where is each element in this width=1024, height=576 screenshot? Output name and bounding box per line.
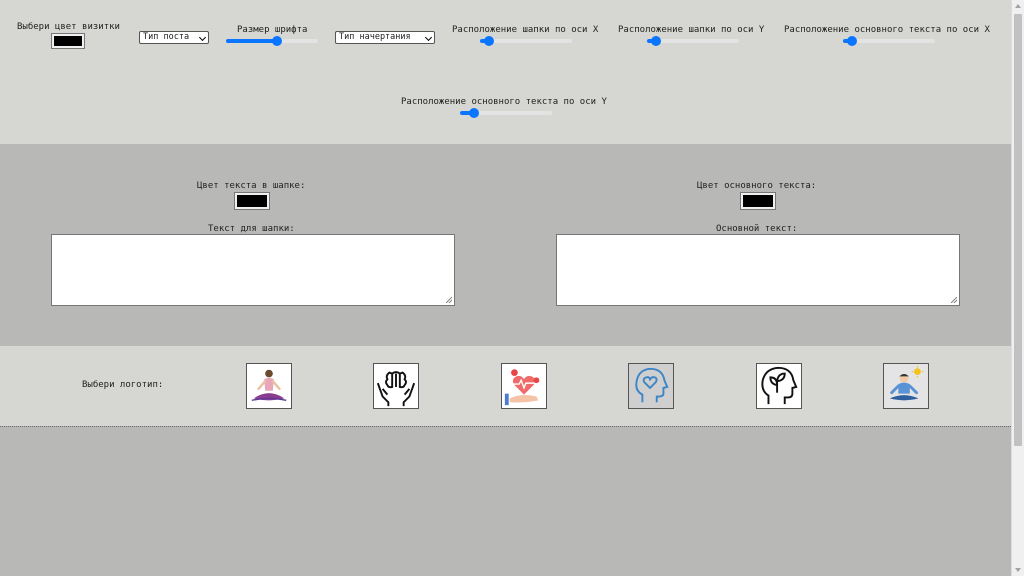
header-color-label: Цвет текста в шапке: (197, 181, 306, 191)
slider-thumb[interactable] (468, 108, 479, 118)
body-x-slider[interactable] (843, 36, 935, 46)
post-type-select[interactable]: Тип поста (139, 31, 209, 44)
resize-grip-icon[interactable] (446, 297, 452, 303)
header-color-picker[interactable] (234, 192, 270, 210)
slider-fill (226, 39, 277, 43)
scroll-down-icon[interactable] (1015, 568, 1021, 572)
logo-option-meditation[interactable] (883, 363, 929, 409)
font-size-label: Размер шрифта (237, 25, 308, 35)
meditation-sun-icon (884, 364, 928, 408)
header-text-label: Текст для шапки: (208, 224, 295, 234)
resize-grip-icon[interactable] (951, 297, 957, 303)
header-text-input[interactable] (51, 234, 455, 306)
card-color-picker[interactable] (51, 33, 85, 49)
head-heart-icon (629, 364, 673, 408)
font-style-select-value: Тип начертания (339, 32, 411, 42)
font-style-select[interactable]: Тип начертания (335, 31, 435, 44)
body-text-input[interactable] (556, 234, 960, 306)
font-size-slider[interactable] (226, 36, 318, 46)
header-x-label: Расположение шапки по оси X (452, 25, 599, 35)
scroll-up-icon[interactable] (1015, 4, 1021, 8)
slider-thumb[interactable] (847, 36, 858, 46)
card-color-label: Выбери цвет визитки (17, 22, 120, 32)
slider-thumb[interactable] (271, 36, 282, 46)
post-type-select-value: Тип поста (143, 32, 190, 42)
page: Выбери цвет визитки Тип поста Размер шри… (0, 0, 1011, 576)
body-y-slider[interactable] (460, 108, 552, 118)
body-color-label: Цвет основного текста: (697, 181, 817, 191)
card-preview-area (0, 426, 1011, 576)
header-x-slider[interactable] (480, 36, 572, 46)
chevron-down-icon (198, 33, 207, 42)
logo-label: Выбери логотип: (82, 380, 164, 390)
logo-option-head-plant[interactable] (756, 363, 802, 409)
text-inputs-section: Цвет текста в шапке: Текст для шапки: Цв… (0, 144, 1011, 346)
head-plant-icon (761, 366, 798, 405)
logo-option-head-heart[interactable] (628, 363, 674, 409)
body-text-label: Основной текст: (716, 224, 798, 234)
header-y-slider[interactable] (647, 36, 739, 46)
header-y-label: Расположение шапки по оси Y (618, 25, 765, 35)
controls-panel: Выбери цвет визитки Тип поста Размер шри… (0, 0, 1011, 144)
body-color-picker[interactable] (740, 192, 776, 210)
logo-section: Выбери логотип: (0, 346, 1011, 426)
yoga-pose-icon (251, 369, 287, 402)
heart-care-icon (504, 369, 540, 406)
slider-thumb[interactable] (484, 36, 495, 46)
logo-option-yoga[interactable] (246, 363, 292, 409)
chevron-down-icon (424, 33, 433, 42)
scrollbar-thumb[interactable] (1014, 14, 1022, 446)
body-x-label: Расположение основного текста по оси X (784, 25, 990, 35)
brain-hands-icon (376, 371, 416, 407)
body-y-label: Расположение основного текста по оси Y (401, 97, 607, 107)
vertical-scrollbar[interactable] (1011, 0, 1024, 576)
logo-option-brain-hands[interactable] (373, 363, 419, 409)
logo-option-heart-care[interactable] (501, 363, 547, 409)
slider-thumb[interactable] (651, 36, 662, 46)
